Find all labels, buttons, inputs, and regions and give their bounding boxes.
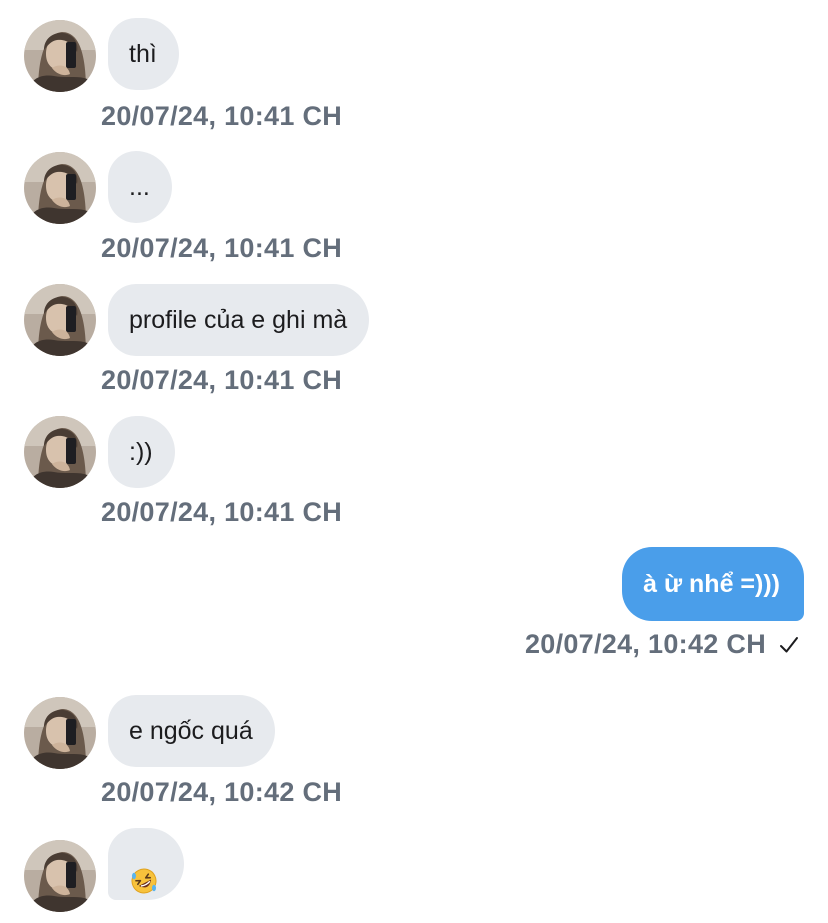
message-bubble[interactable] [108, 828, 184, 900]
avatar[interactable] [24, 152, 96, 224]
message-bubble[interactable]: ... [108, 151, 172, 223]
message-thread: thì 20/07/24, 10:41 CH ... 20/07/24, 10:… [0, 0, 828, 917]
message-timestamp: 20/07/24, 10:42 CH [524, 629, 766, 659]
avatar[interactable] [24, 840, 96, 912]
rolling-on-floor-laughing-emoji [130, 851, 158, 894]
message-bubble[interactable]: :)) [108, 416, 175, 488]
message-timestamp: 20/07/24, 10:41 CH [101, 101, 343, 131]
avatar[interactable] [24, 284, 96, 356]
message-timestamp: 20/07/24, 10:42 CH [101, 777, 343, 807]
avatar[interactable] [24, 20, 96, 92]
message-bubble[interactable]: profile của e ghi mà [108, 284, 370, 356]
message-timestamp: 20/07/24, 10:41 CH [101, 497, 343, 527]
message-bubble-outgoing[interactable]: à ừ nhể =))) [622, 547, 804, 621]
avatar[interactable] [24, 416, 96, 488]
message-bubble[interactable]: e ngốc quá [108, 695, 275, 767]
avatar[interactable] [24, 697, 96, 769]
message-timestamp: 20/07/24, 10:41 CH [101, 233, 343, 263]
check-icon [778, 634, 800, 663]
message-bubble[interactable]: thì [108, 18, 179, 90]
message-timestamp: 20/07/24, 10:41 CH [101, 365, 343, 395]
